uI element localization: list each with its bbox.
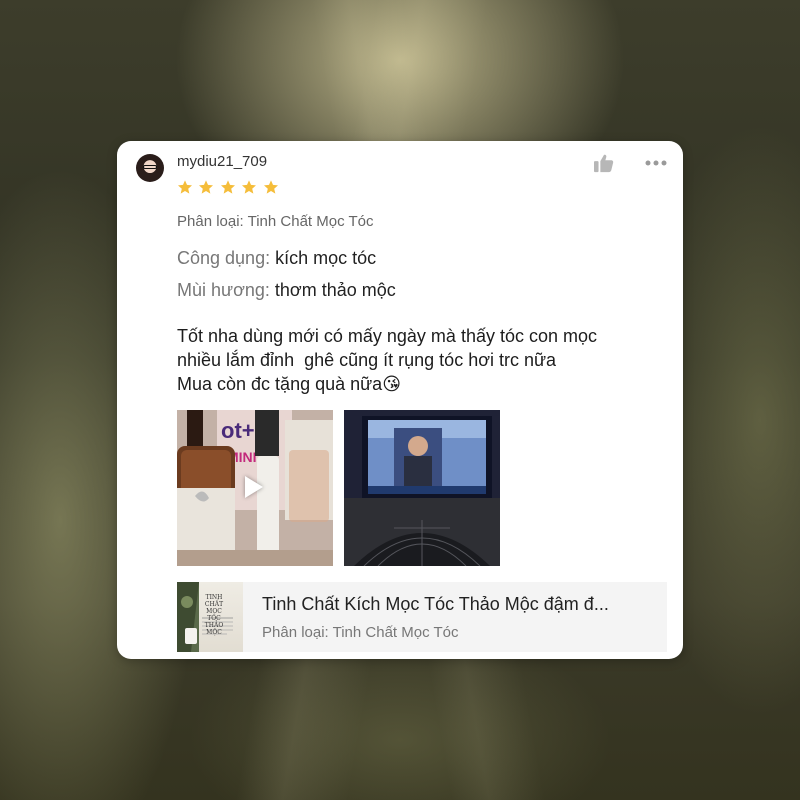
attribute-scent: Mùi hương: thơm thảo mộc: [177, 280, 396, 301]
attribute-usage-key: Công dụng:: [177, 248, 271, 268]
like-button[interactable]: [593, 153, 615, 173]
avatar[interactable]: [136, 154, 164, 182]
more-options-button[interactable]: [643, 153, 669, 173]
star-icon: [220, 180, 235, 194]
attribute-usage-value: kích mọc tóc: [275, 248, 377, 268]
username[interactable]: mydiu21_709: [177, 153, 267, 170]
product-variant: Phân loại: Tinh Chất Mọc Tóc: [262, 624, 459, 641]
star-icon: [178, 180, 192, 194]
star-icon: [242, 180, 257, 194]
rating-stars: [177, 179, 280, 197]
star-icon: [263, 180, 278, 194]
tv-screen-image: [344, 410, 500, 566]
product-title[interactable]: Tinh Chất Kích Mọc Tóc Thảo Mộc đậm đ...: [262, 594, 657, 615]
thumbs-up-icon: [594, 154, 614, 173]
review-text-line: Tốt nha dùng mới có mấy ngày mà thấy tóc…: [177, 326, 598, 346]
review-video-thumbnail[interactable]: ot+ex MINI: [177, 410, 333, 566]
review-text-line: Mua còn đc tặng quà nữa😘: [177, 374, 401, 394]
review-card: mydiu21_709 Phân loại: Tinh Chất Mọc Tóc…: [117, 141, 683, 659]
attribute-scent-value: thơm thảo mộc: [274, 280, 396, 300]
review-text-line: nhiều lắm đỉnh ghê cũng ít rụng tóc hơi …: [177, 350, 557, 370]
review-variant: Phân loại: Tinh Chất Mọc Tóc: [177, 213, 374, 230]
product-thumbnail-title: TINH CHẤT MỌC TÓC THẢO MỘC: [204, 594, 224, 636]
more-dots-icon: [645, 160, 667, 166]
star-icon: [199, 180, 214, 194]
play-icon: [245, 476, 263, 498]
attribute-scent-key: Mùi hương:: [177, 280, 270, 300]
product-card[interactable]: TINH CHẤT MỌC TÓC THẢO MỘC Tinh Chất Kíc…: [177, 582, 667, 652]
review-text: Tốt nha dùng mới có mấy ngày mà thấy tóc…: [177, 324, 657, 396]
attribute-usage: Công dụng: kích mọc tóc: [177, 248, 376, 269]
product-thumbnail: TINH CHẤT MỌC TÓC THẢO MỘC: [177, 582, 243, 652]
review-image-thumbnail[interactable]: [344, 410, 500, 566]
